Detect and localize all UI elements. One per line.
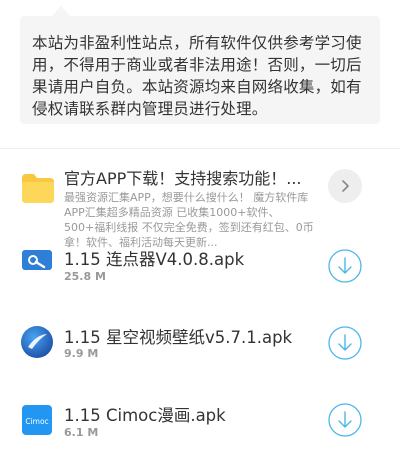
divider xyxy=(0,148,400,149)
chevron-right-icon xyxy=(342,180,349,192)
svg-text:Cimoc: Cimoc xyxy=(25,417,48,426)
cimoc-app-icon: Cimoc xyxy=(22,405,52,435)
download-icon[interactable] xyxy=(328,249,362,283)
promo-open-button[interactable] xyxy=(328,169,362,203)
notice-pointer xyxy=(52,6,70,16)
promo-description: 最强资源汇集APP，想要什么搜什么！ 魔方软件库APP汇集超多精品资源 已收集1… xyxy=(64,191,314,249)
app-name[interactable]: 1.15 星空视频壁纸v5.7.1.apk xyxy=(64,324,292,348)
promo-title[interactable]: 官方APP下载！支持搜索功能！... xyxy=(64,165,319,189)
clicker-app-icon xyxy=(22,250,52,270)
disclaimer-text: 本站为非盈利性站点，所有软件仅供参考学习使用，不得用于商业或者非法用途！否则，一… xyxy=(32,34,362,118)
starry-wallpaper-app-icon xyxy=(21,326,53,358)
app-name[interactable]: 1.15 Cimoc漫画.apk xyxy=(64,402,226,426)
app-size: 9.9 M xyxy=(64,347,99,360)
app-size: 6.1 M xyxy=(64,426,99,439)
app-name[interactable]: 1.15 连点器V4.0.8.apk xyxy=(64,246,244,270)
disclaimer-notice: 本站为非盈利性站点，所有软件仅供参考学习使用，不得用于商业或者非法用途！否则，一… xyxy=(20,16,380,124)
download-icon[interactable] xyxy=(328,326,362,360)
folder-icon xyxy=(22,174,54,203)
app-size: 25.8 M xyxy=(64,270,106,283)
download-icon[interactable] xyxy=(328,403,362,437)
